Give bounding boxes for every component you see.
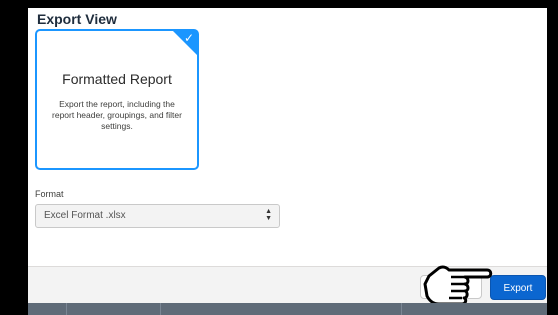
export-dialog: Export View ✓ Formatted Report Export th…	[28, 8, 547, 315]
pointing-hand-icon	[423, 265, 493, 306]
up-down-arrows-icon: ▲ ▼	[265, 208, 272, 222]
export-view-title: Export View	[37, 11, 117, 27]
format-select[interactable]: Excel Format .xlsx ▲ ▼	[35, 204, 280, 228]
option-description: Export the report, including the report …	[52, 99, 182, 131]
strip-divider	[160, 303, 161, 315]
strip-divider	[401, 303, 402, 315]
strip-divider	[66, 303, 67, 315]
checkmark-icon: ✓	[183, 31, 194, 45]
option-title: Formatted Report	[62, 71, 172, 87]
background-strip	[28, 303, 547, 315]
formatted-report-option[interactable]: ✓ Formatted Report Export the report, in…	[35, 29, 199, 170]
export-button[interactable]: Export	[490, 275, 546, 300]
format-label: Format	[35, 189, 64, 199]
format-select-value: Excel Format .xlsx	[44, 210, 126, 221]
